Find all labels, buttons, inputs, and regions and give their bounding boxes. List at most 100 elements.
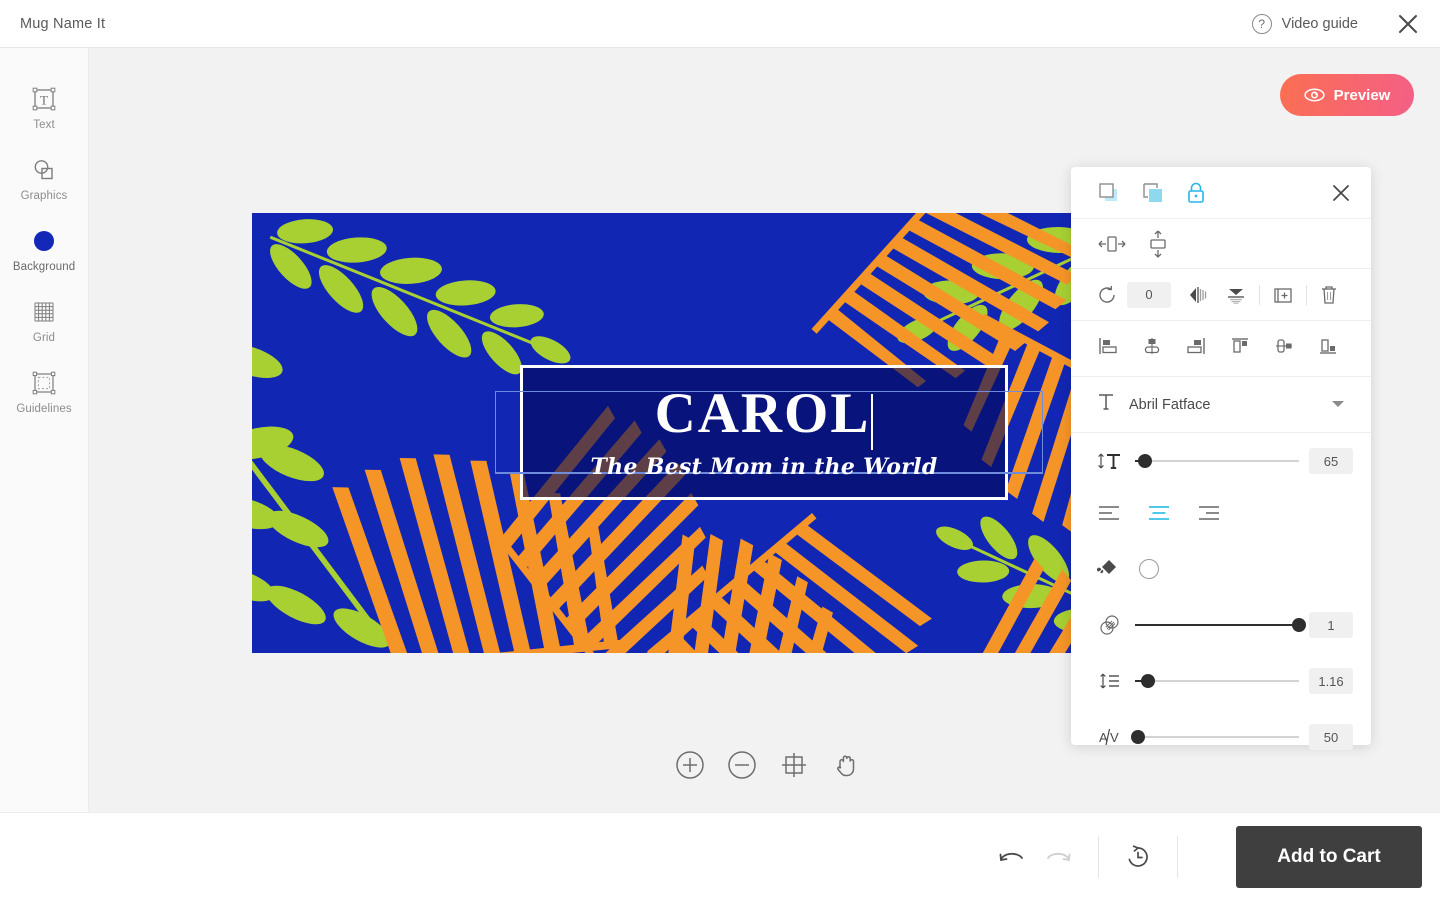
close-editor-button[interactable] [1396, 12, 1420, 36]
sidebar-item-graphics[interactable]: Graphics [0, 145, 88, 216]
divider [1306, 284, 1307, 305]
align-left-icon[interactable] [1097, 335, 1119, 362]
text-align-row [1071, 489, 1371, 541]
sidebar-item-grid[interactable]: Grid [0, 287, 88, 358]
sidebar-label-background: Background [12, 261, 76, 273]
slider-fill [1135, 624, 1299, 626]
question-mark-icon: ? [1251, 13, 1272, 34]
letter-spacing-value[interactable]: 50 [1309, 724, 1353, 750]
bring-forward-icon[interactable] [1097, 181, 1121, 205]
text-align-right-icon[interactable] [1197, 504, 1221, 527]
zoom-out-button[interactable] [727, 750, 757, 780]
opacity-row: 1 [1071, 597, 1371, 653]
sidebar-item-background[interactable]: Background [0, 216, 88, 287]
font-size-row: 65 [1071, 433, 1371, 489]
guidelines-icon [31, 370, 57, 396]
font-size-slider[interactable] [1135, 451, 1299, 471]
align-bottom-icon[interactable] [1317, 335, 1339, 362]
page-title: Mug Name It [20, 15, 106, 32]
eye-icon [1303, 88, 1325, 102]
slider-thumb[interactable] [1131, 730, 1146, 744]
slider-thumb[interactable] [1137, 454, 1152, 468]
artwork-subtitle-text[interactable]: The Best Mom in the World [590, 455, 937, 479]
svg-text:V: V [1110, 730, 1119, 745]
align-center-v-icon[interactable] [1273, 335, 1295, 362]
divider [1259, 284, 1260, 305]
font-size-icon [1097, 450, 1123, 472]
bottom-bar: Add to Cart [0, 812, 1440, 900]
canvas-zoom-toolbar [675, 750, 861, 780]
line-height-row: 1.16 [1071, 653, 1371, 709]
text-cursor [871, 394, 874, 451]
zoom-in-button[interactable] [675, 750, 705, 780]
text-align-left-icon[interactable] [1097, 504, 1121, 527]
opacity-circles-icon [1097, 613, 1123, 637]
line-height-icon [1097, 670, 1123, 692]
sidebar-item-text[interactable]: T Text [0, 74, 88, 145]
trash-icon[interactable] [1319, 284, 1339, 306]
top-bar: Mug Name It ? Video guide [0, 0, 1440, 48]
font-size-value[interactable]: 65 [1309, 448, 1353, 474]
add-to-cart-button[interactable]: Add to Cart [1236, 825, 1422, 888]
chevron-down-icon[interactable] [1331, 396, 1345, 414]
artwork-name-text[interactable]: CAROL [654, 382, 874, 451]
preview-button[interactable]: Preview [1280, 74, 1414, 116]
sidebar-label-grid: Grid [32, 332, 56, 344]
slider-track [1135, 460, 1299, 462]
flip-vertical-icon[interactable] [1225, 285, 1247, 305]
close-panel-button[interactable] [1331, 183, 1351, 208]
transform-row [1071, 269, 1371, 321]
center-vertical-icon[interactable] [1147, 229, 1169, 259]
history-button[interactable] [1121, 840, 1155, 874]
redo-button[interactable] [1042, 840, 1076, 874]
pan-hand-button[interactable] [831, 750, 861, 780]
undo-button[interactable] [994, 840, 1028, 874]
slider-track [1135, 736, 1299, 738]
flip-horizontal-icon[interactable] [1187, 285, 1209, 305]
divider [1177, 835, 1178, 878]
artwork-name-value: CAROL [654, 382, 871, 446]
align-center-h-icon[interactable] [1141, 335, 1163, 362]
properties-panel: Abril Fatface 65 [1071, 167, 1371, 750]
fill-color-swatch[interactable] [1139, 559, 1159, 579]
video-guide-button[interactable]: ? Video guide [1251, 13, 1358, 34]
preview-label: Preview [1333, 86, 1391, 104]
slider-thumb[interactable] [1292, 618, 1306, 632]
center-horizontal-icon[interactable] [1097, 233, 1127, 255]
opacity-slider[interactable] [1135, 615, 1306, 635]
artwork-text-block[interactable]: CAROL The Best Mom in the World [520, 365, 1008, 500]
align-right-icon[interactable] [1185, 335, 1207, 362]
duplicate-icon[interactable] [1272, 284, 1294, 306]
svg-text:T: T [40, 93, 48, 108]
artboard[interactable]: CAROL The Best Mom in the World [252, 213, 1174, 653]
align-tools-row [1071, 321, 1371, 377]
font-t-icon [1097, 392, 1115, 417]
grid-icon [31, 299, 57, 325]
app-root: Mug Name It ? Video guide T Text Graphic… [0, 0, 1440, 900]
slider-track [1135, 680, 1299, 682]
lock-icon[interactable] [1185, 181, 1207, 205]
slider-thumb[interactable] [1141, 674, 1156, 688]
rotate-icon[interactable] [1097, 285, 1117, 305]
align-top-icon[interactable] [1229, 335, 1251, 362]
paint-bucket-icon[interactable] [1097, 555, 1121, 584]
center-tools-row [1071, 219, 1371, 269]
video-guide-label: Video guide [1281, 15, 1358, 32]
minus-circle-icon [728, 751, 756, 779]
crosshair-frame-icon [782, 753, 806, 777]
text-align-center-icon[interactable] [1147, 504, 1171, 527]
hand-icon [837, 755, 855, 777]
layer-tools-row [1071, 167, 1371, 219]
fit-to-screen-button[interactable] [779, 750, 809, 780]
send-backward-icon[interactable] [1141, 181, 1165, 205]
rotation-input[interactable] [1127, 281, 1171, 308]
sidebar-label-text: Text [33, 119, 55, 131]
line-height-slider[interactable] [1135, 671, 1299, 691]
left-sidebar: T Text Graphics Background Grid Guidelin… [0, 48, 89, 812]
letter-spacing-icon: A V [1097, 726, 1123, 748]
sidebar-item-guidelines[interactable]: Guidelines [0, 358, 88, 429]
opacity-value[interactable]: 1 [1309, 612, 1353, 638]
letter-spacing-slider[interactable] [1131, 727, 1299, 747]
font-family-selector[interactable]: Abril Fatface [1071, 377, 1371, 433]
line-height-value[interactable]: 1.16 [1309, 668, 1353, 694]
